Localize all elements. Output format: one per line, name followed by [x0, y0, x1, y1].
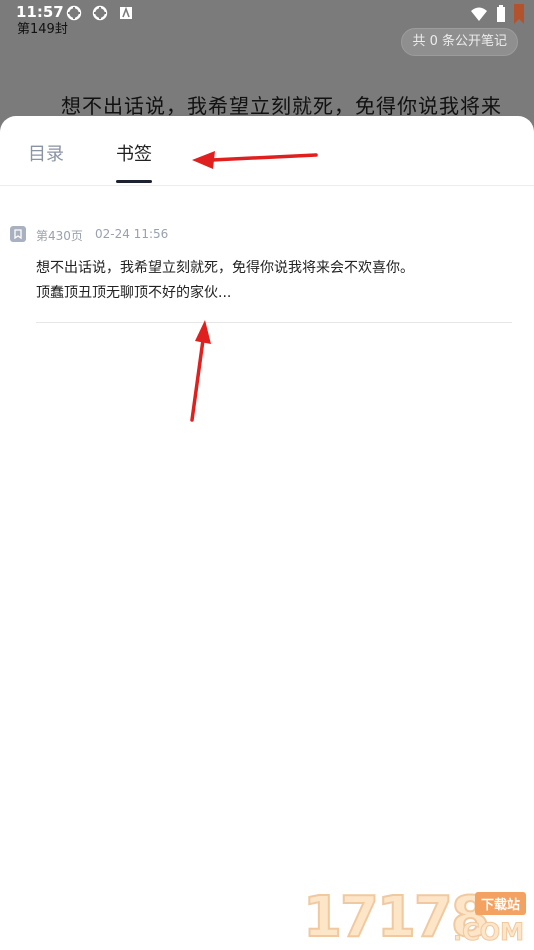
reader-background: 11:57 第149封 共 0 条公开笔记 想不出话说，我希望立刻就死，免得你说…	[0, 0, 534, 130]
bookmark-sheet: 目录 书签 第430页 02-24 11:56 想不出话说，我希望立刻就死，免得…	[0, 116, 534, 950]
watermark-suffix: .COM	[452, 918, 524, 947]
bookmark-page: 第430页	[36, 229, 83, 243]
reader-text: 想不出话说，我希望立刻就死，免得你说我将来	[61, 94, 502, 118]
battery-icon	[496, 5, 506, 27]
bookmark-excerpt-line: 想不出话说，我希望立刻就死，免得你说我将来会不欢喜你。	[36, 260, 414, 276]
active-tab-indicator	[116, 180, 152, 183]
tab-bookmark[interactable]: 书签	[116, 140, 152, 166]
watermark-badge: 下载站	[474, 892, 526, 915]
public-notes-button[interactable]: 共 0 条公开笔记	[401, 28, 518, 56]
sync-icon	[66, 5, 82, 21]
bookmark-excerpt-line: 顶蠢顶丑顶无聊顶不好的家伙...	[36, 285, 232, 301]
bookmark-divider	[36, 322, 512, 323]
tab-toc[interactable]: 目录	[28, 140, 64, 166]
sheet-tabs: 目录 书签	[0, 116, 534, 186]
bookmark-date: 02-24 11:56	[95, 227, 169, 241]
site-watermark: 17178 下载站 .COM	[302, 887, 528, 949]
bookmark-flag-icon	[514, 4, 524, 28]
chapter-label: 第149封	[17, 22, 68, 37]
app-a-icon	[118, 5, 134, 21]
sync-icon	[92, 5, 108, 21]
bookmark-icon	[10, 226, 26, 242]
status-bar: 11:57	[0, 0, 534, 28]
bookmark-excerpt: 想不出话说，我希望立刻就死，免得你说我将来会不欢喜你。 顶蠢顶丑顶无聊顶不好的家…	[36, 256, 496, 306]
wifi-icon	[470, 6, 488, 26]
